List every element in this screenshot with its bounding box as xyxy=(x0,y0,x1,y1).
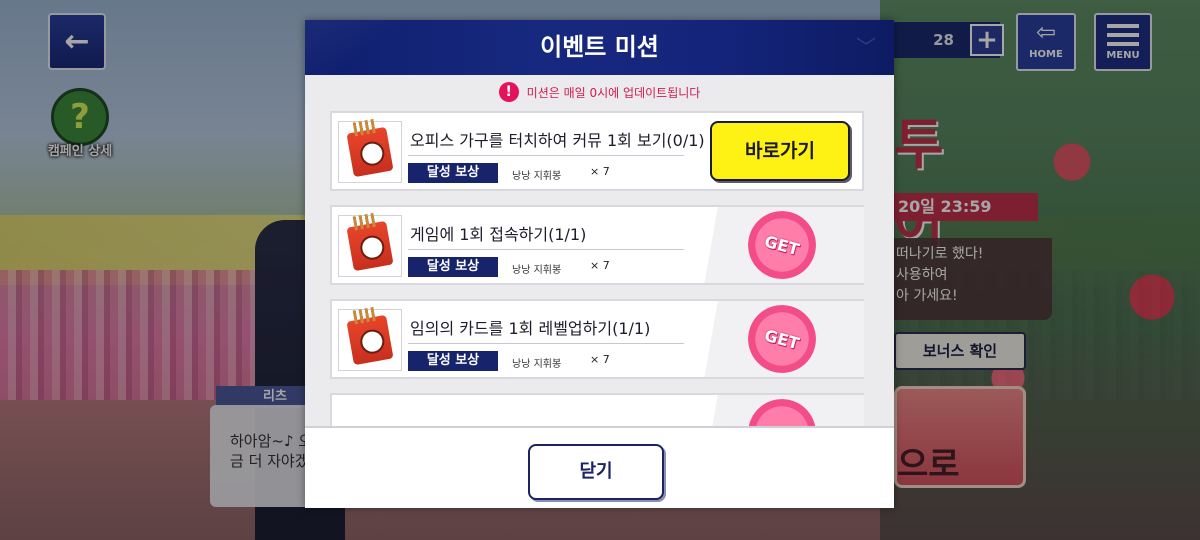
event-mission-modal: 이벤트 미션 ﹀ ! 미션은 매일 0시에 업데이트됩니다 오피스 가구를 터치… xyxy=(305,20,894,508)
update-notice: ! 미션은 매일 0시에 업데이트됩니다 xyxy=(305,81,894,103)
reward-quantity: × 7 xyxy=(590,259,610,272)
get-label: GET xyxy=(762,325,802,353)
reward-label: 달성 보상 xyxy=(408,351,498,371)
notice-text: 미션은 매일 0시에 업데이트됩니다 xyxy=(526,85,701,100)
reward-label: 달성 보상 xyxy=(408,163,498,183)
mission-list[interactable]: ! 미션은 매일 0시에 업데이트됩니다 오피스 가구를 터치하여 커뮤 1회 … xyxy=(305,75,894,426)
modal-header: 이벤트 미션 ﹀ xyxy=(305,20,894,75)
mission-title: 임의의 카드를 1회 레벨업하기(1/1) xyxy=(410,319,651,338)
mission-item: 임의의 카드를 1회 레벨업하기(1/1) 달성 보상 낭낭 지휘봉 × 7 G… xyxy=(330,297,864,381)
chevron-down-icon: ﹀ xyxy=(856,35,876,59)
reward-quantity: × 7 xyxy=(590,165,610,178)
alert-icon: ! xyxy=(498,82,519,102)
mission-item-partial xyxy=(330,391,864,426)
mission-item: 오피스 가구를 터치하여 커뮤 1회 보기(0/1) 달성 보상 낭낭 지휘봉 … xyxy=(330,111,864,191)
reward-name: 낭낭 지휘봉 xyxy=(512,265,562,276)
snack-box-icon xyxy=(346,126,394,178)
mission-item: 게임에 1회 접속하기(1/1) 달성 보상 낭낭 지휘봉 × 7 GET xyxy=(330,203,864,287)
snack-box-icon xyxy=(346,220,394,272)
reward-label: 달성 보상 xyxy=(408,257,498,277)
divider xyxy=(408,249,684,250)
modal-footer: 닫기 xyxy=(305,426,894,508)
snack-box-icon xyxy=(346,314,394,366)
divider xyxy=(408,155,684,156)
reward-name: 낭낭 지휘봉 xyxy=(512,359,562,370)
mission-title: 게임에 1회 접속하기(1/1) xyxy=(410,225,587,244)
reward-item-image xyxy=(338,121,402,183)
reward-item-image xyxy=(338,215,402,277)
go-to-mission-button[interactable]: 바로가기 xyxy=(710,121,850,181)
mission-title: 오피스 가구를 터치하여 커뮤 1회 보기(0/1) xyxy=(410,131,705,150)
close-button[interactable]: 닫기 xyxy=(528,444,664,500)
get-label: GET xyxy=(762,231,802,259)
reward-item-image xyxy=(338,309,402,371)
reward-name: 낭낭 지휘봉 xyxy=(512,171,562,182)
modal-title: 이벤트 미션 xyxy=(540,33,659,61)
divider xyxy=(408,343,684,344)
reward-quantity: × 7 xyxy=(590,353,610,366)
